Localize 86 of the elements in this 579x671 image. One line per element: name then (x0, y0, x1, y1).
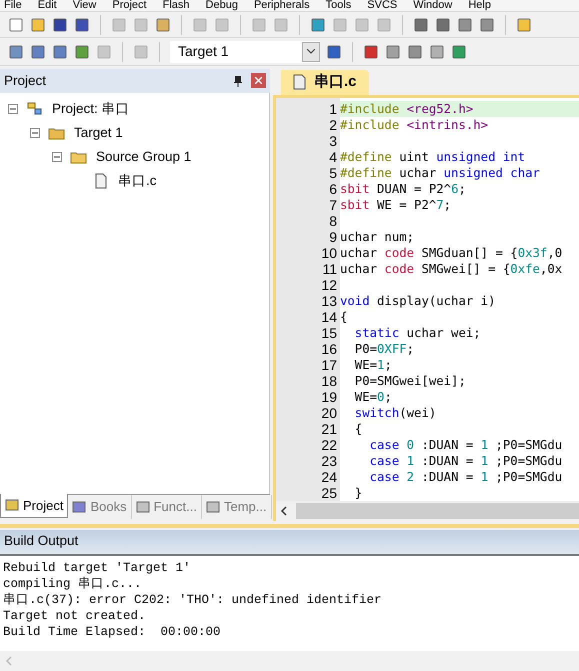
minus-icon (10, 106, 16, 112)
collapse-toggle[interactable] (8, 104, 18, 114)
tree-item-label[interactable]: Project: 串口 (52, 98, 130, 120)
target-dropdown[interactable]: Target 1 (170, 40, 320, 63)
line-number: 6 (328, 180, 338, 197)
code-line: case 2 :DUAN = 1 ;P0=SMGdu (368, 468, 564, 485)
line-number: 16 (320, 340, 338, 357)
line-number: 22 (320, 436, 338, 453)
tree-item-label[interactable]: Source Group 1 (96, 146, 192, 168)
line-number: 21 (320, 420, 338, 437)
code-line: switch(wei) (354, 404, 438, 421)
code-line: case 0 :DUAN = 1 ;P0=SMGdu (368, 436, 564, 453)
code-line: { (354, 420, 364, 437)
panel-tab[interactable]: Funct... (132, 494, 202, 519)
line-number: 5 (328, 164, 338, 181)
line-number: 7 (328, 196, 338, 213)
code-line: P0=SMGwei[wei]; (354, 372, 467, 389)
line-number: 20 (320, 404, 338, 421)
line-number: 4 (328, 148, 338, 165)
line-number: 18 (320, 372, 338, 389)
menu-item[interactable]: View (72, 0, 96, 12)
code-line: case 1 :DUAN = 1 ;P0=SMGdu (368, 452, 564, 469)
output-line: Rebuild target 'Target 1' (3, 560, 192, 576)
line-number: 2 (328, 116, 338, 133)
code-line: uchar code SMGwei[] = {0xfe,0x (340, 260, 564, 277)
line-number: 17 (320, 356, 338, 373)
chevron-down-icon (307, 49, 315, 54)
code-line: void display(uchar i) (340, 292, 496, 309)
code-line: sbit WE = P2^7; (340, 196, 452, 213)
collapse-toggle[interactable] (52, 152, 62, 162)
code-line: WE=1; (354, 356, 393, 373)
menu-item[interactable]: Project (112, 0, 147, 12)
code-line: uchar code SMGduan[] = {0x3f,0 (340, 244, 564, 261)
menu-item[interactable]: Debug (206, 0, 238, 12)
line-number: 10 (320, 244, 338, 261)
menu-item[interactable]: Help (468, 0, 491, 12)
output-line: Target not created. (3, 608, 147, 624)
tree-item-label[interactable]: Target 1 (74, 122, 123, 144)
menu-item[interactable]: Window (413, 0, 452, 12)
panel-tab[interactable]: Books (68, 494, 132, 519)
menu-item[interactable]: Tools (326, 0, 352, 12)
code-line: static uchar wei; (354, 324, 482, 341)
line-number: 15 (320, 324, 338, 341)
file-icon (293, 74, 306, 90)
line-number: 12 (320, 276, 338, 293)
minus-icon (54, 154, 60, 160)
code-line: WE=0; (354, 388, 393, 405)
code-line: sbit DUAN = P2^6; (340, 180, 467, 197)
line-number: 1 (328, 100, 338, 117)
output-line: compiling 串口.c... (3, 576, 143, 592)
code-line: #define uchar unsigned char (340, 164, 541, 181)
output-line: Build Time Elapsed: 00:00:00 (3, 624, 222, 640)
line-number: 11 (321, 260, 338, 277)
line-number: 9 (328, 228, 338, 245)
pin-icon[interactable] (233, 74, 243, 87)
line-number: 13 (320, 292, 338, 309)
tree-item-label[interactable]: 串口.c (118, 170, 157, 192)
code-line: P0=0XFF; (354, 340, 416, 357)
minus-icon (32, 130, 38, 136)
line-number: 25 (320, 484, 338, 501)
line-number: 19 (320, 388, 338, 405)
editor-tab[interactable]: 串口.c (281, 70, 369, 95)
line-number: 8 (328, 212, 338, 229)
project-icon (26, 100, 44, 117)
line-number: 23 (320, 452, 338, 469)
line-number: 3 (328, 132, 338, 149)
output-line: 串口.c(37): error C202: 'THO': undefined identifier (3, 592, 383, 608)
collapse-toggle[interactable] (30, 128, 40, 138)
close-button[interactable] (251, 73, 266, 88)
code-line: { (340, 308, 348, 325)
close-icon (255, 77, 262, 84)
menu-item[interactable]: SVCS (367, 0, 398, 12)
panel-tab[interactable]: Temp... (202, 494, 272, 519)
menu-item[interactable]: Edit (38, 0, 57, 12)
line-number: 14 (320, 308, 338, 325)
line-number: 24 (320, 468, 338, 485)
menu-item[interactable]: File (4, 0, 22, 12)
panel-title: Build Output (4, 532, 78, 550)
menu-item[interactable]: Peripherals (254, 0, 310, 12)
code-line: uchar num; (340, 228, 416, 245)
menu-item[interactable]: Flash (162, 0, 190, 12)
panel-tab[interactable]: Project (0, 494, 68, 518)
code-line: } (354, 484, 364, 501)
panel-title: Project (4, 72, 46, 90)
code-line: #define uint unsigned int (340, 148, 526, 165)
code-line: #include <intrins.h> (340, 116, 490, 133)
